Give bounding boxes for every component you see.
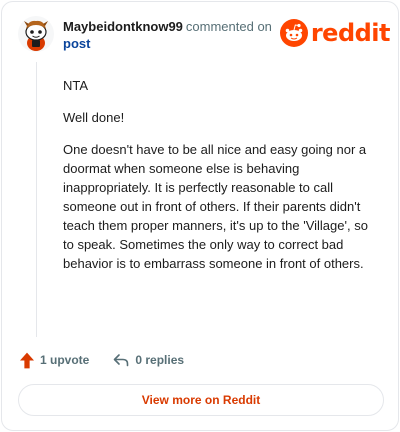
upvote-button[interactable]: 1 upvote [20,352,89,369]
comment-paragraph: One doesn't have to be all nice and easy… [63,142,368,271]
reddit-wordmark: reddit [310,19,391,47]
snoo-avatar-icon[interactable] [18,16,54,52]
comment-paragraph: Well done! [63,110,125,125]
upvote-count: 1 upvote [40,353,90,367]
author-line: Maybeidontknow99 commented on [63,19,272,35]
reply-count: 0 replies [135,353,185,367]
commented-on-text: commented on [185,19,272,34]
comment-body: NTA Well done! One doesn't have to be al… [63,76,381,286]
upvote-arrow-icon [20,352,34,368]
reddit-logo-icon [279,19,308,47]
thread-line [36,62,37,337]
view-more-button[interactable]: View more on Reddit [18,384,384,416]
comment-actions: 1 upvote 0 replies [20,350,184,370]
post-link[interactable]: post [63,36,90,52]
reddit-logo[interactable]: reddit [279,19,391,47]
comment-header: Maybeidontknow99 commented on post reddit [18,14,391,54]
comment-paragraph: NTA [63,78,89,93]
replies-button[interactable]: 0 replies [113,352,184,368]
comment-embed-card: Maybeidontknow99 commented on post reddit… [1,1,399,431]
reply-arrow-icon [114,354,129,367]
author-username[interactable]: Maybeidontknow99 [63,19,183,34]
